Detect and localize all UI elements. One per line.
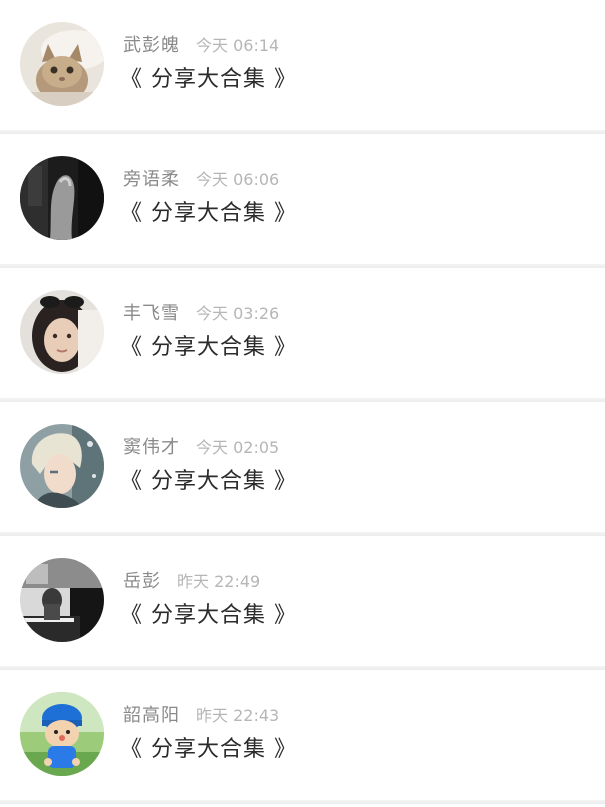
post-meta: 旁语柔 今天 06:06 — [123, 168, 279, 192]
post-time: 昨天 22:49 — [177, 572, 261, 591]
post-meta: 武彭魄 今天 06:14 — [123, 34, 279, 58]
post-item[interactable]: 窦伟才 今天 02:05 《 分享大合集 》 — [0, 402, 605, 536]
post-time: 今天 02:05 — [196, 438, 280, 457]
row-divider — [0, 800, 605, 804]
girl-portrait-avatar-image — [20, 290, 104, 374]
author-name[interactable]: 韶高阳 — [123, 705, 180, 726]
post-time: 今天 03:26 — [196, 304, 280, 323]
avatar[interactable] — [20, 290, 104, 374]
post-title[interactable]: 《 分享大合集 》 — [120, 198, 297, 230]
author-name[interactable]: 武彭魄 — [123, 35, 180, 56]
post-item[interactable]: 旁语柔 今天 06:06 《 分享大合集 》 — [0, 134, 605, 268]
avatar[interactable] — [20, 424, 104, 508]
avatar[interactable] — [20, 692, 104, 776]
post-time: 昨天 22:43 — [196, 706, 280, 725]
author-name[interactable]: 岳彭 — [123, 571, 161, 592]
post-item[interactable]: 丰飞雪 今天 03:26 《 分享大合集 》 — [0, 268, 605, 402]
piano-bw-avatar-image — [20, 558, 104, 642]
avatar[interactable] — [20, 156, 104, 240]
author-name[interactable]: 窦伟才 — [123, 437, 180, 458]
post-title[interactable]: 《 分享大合集 》 — [120, 466, 297, 498]
post-feed: 武彭魄 今天 06:14 《 分享大合集 》 旁语柔 今天 06:06 《 分享大合… — [0, 0, 605, 807]
author-name[interactable]: 丰飞雪 — [123, 303, 180, 324]
hand-bw-avatar-image — [20, 156, 104, 240]
post-time: 今天 06:06 — [196, 170, 280, 189]
post-item[interactable]: 岳彭 昨天 22:49 《 分享大合集 》 — [0, 536, 605, 670]
post-title[interactable]: 《 分享大合集 》 — [120, 734, 297, 766]
post-meta: 丰飞雪 今天 03:26 — [123, 302, 279, 326]
avatar[interactable] — [20, 558, 104, 642]
post-title[interactable]: 《 分享大合集 》 — [120, 600, 297, 632]
avatar[interactable] — [20, 22, 104, 106]
anime-boy-avatar-image — [20, 424, 104, 508]
author-name[interactable]: 旁语柔 — [123, 169, 180, 190]
post-title[interactable]: 《 分享大合集 》 — [120, 64, 297, 96]
post-time: 今天 06:14 — [196, 36, 280, 55]
post-meta: 岳彭 昨天 22:49 — [123, 570, 260, 594]
post-meta: 窦伟才 今天 02:05 — [123, 436, 279, 460]
post-item[interactable]: 武彭魄 今天 06:14 《 分享大合集 》 — [0, 0, 605, 134]
post-item[interactable]: 韶高阳 昨天 22:43 《 分享大合集 》 — [0, 670, 605, 804]
blue-cartoon-avatar-image — [20, 692, 104, 776]
kitten-avatar-image — [20, 22, 104, 106]
post-meta: 韶高阳 昨天 22:43 — [123, 704, 279, 728]
post-title[interactable]: 《 分享大合集 》 — [120, 332, 297, 364]
